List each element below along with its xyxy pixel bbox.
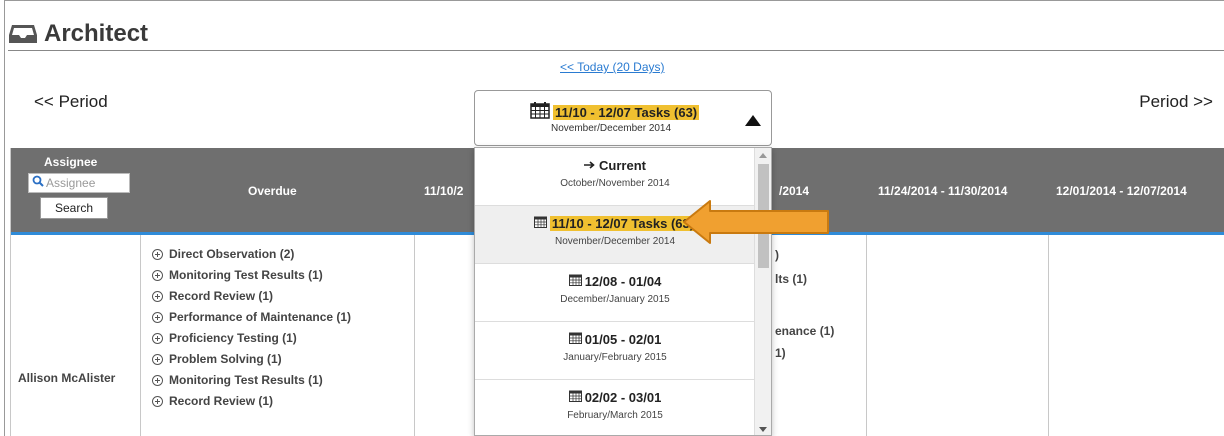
calendar-icon xyxy=(568,390,582,405)
list-item[interactable]: Record Review (1) xyxy=(152,391,351,412)
list-item[interactable]: Record Review (1) xyxy=(152,286,351,307)
inbox-tray-icon xyxy=(8,23,38,45)
arrow-right-icon xyxy=(584,158,596,173)
task-label: Performance of Maintenance (1) xyxy=(169,310,352,324)
expand-plus-icon xyxy=(152,249,163,260)
calendar-icon xyxy=(533,216,547,231)
period-option[interactable]: 01/05 - 02/01 January/February 2015 xyxy=(475,322,755,380)
list-item[interactable]: Problem Solving (1) xyxy=(152,349,351,370)
partial-task-text[interactable]: 1) xyxy=(775,346,786,360)
option-label: 12/08 - 01/04 xyxy=(584,274,662,289)
caret-up-icon xyxy=(745,115,761,126)
task-label: Record Review (1) xyxy=(169,289,274,303)
assignee-search-placeholder: Assignee xyxy=(46,176,96,190)
expand-plus-icon xyxy=(152,354,163,365)
task-label: Problem Solving (1) xyxy=(169,352,282,366)
list-item[interactable]: Proficiency Testing (1) xyxy=(152,328,351,349)
column-header-overdue: Overdue xyxy=(248,184,297,198)
task-label: Monitoring Test Results (1) xyxy=(169,268,323,282)
app-title-text: Architect xyxy=(44,20,149,47)
option-label-row: 12/08 - 01/04 xyxy=(475,274,755,289)
dropdown-scrollbar[interactable] xyxy=(754,148,771,435)
option-label-row: 02/02 - 03/01 xyxy=(475,390,755,405)
calendar-icon xyxy=(568,332,582,347)
expand-plus-icon xyxy=(152,333,163,344)
assignee-name: Allison McAlister xyxy=(18,371,116,385)
column-header-week2: /2014 xyxy=(779,184,810,198)
period-option[interactable]: 12/08 - 01/04 December/January 2015 xyxy=(475,264,755,322)
expand-plus-icon xyxy=(152,291,163,302)
column-divider xyxy=(414,235,415,436)
task-label: Record Review (1) xyxy=(169,394,274,408)
column-divider xyxy=(1048,235,1049,436)
calendar-icon xyxy=(530,102,550,122)
task-label: Direct Observation (2) xyxy=(169,247,295,261)
partial-task-text[interactable]: enance (1) xyxy=(775,324,834,338)
option-label: 11/10 - 12/07 Tasks (63) xyxy=(549,216,697,231)
option-label-row: 01/05 - 02/01 xyxy=(475,332,755,347)
option-label-row: Current xyxy=(475,158,755,173)
search-button[interactable]: Search xyxy=(40,197,108,219)
assignee-column-header: Assignee xyxy=(44,155,98,169)
overdue-task-list: Direct Observation (2) Monitoring Test R… xyxy=(152,244,351,412)
assignee-search-input[interactable]: Assignee xyxy=(28,173,130,193)
period-select[interactable]: 11/10 - 12/07 Tasks (63) November/Decemb… xyxy=(474,90,772,146)
list-item[interactable]: Monitoring Test Results (1) xyxy=(152,265,351,286)
scroll-down-icon[interactable] xyxy=(759,427,767,432)
option-sublabel: October/November 2014 xyxy=(560,178,670,189)
search-icon xyxy=(32,174,44,192)
orange-arrow-icon xyxy=(682,198,832,251)
option-sublabel: February/March 2015 xyxy=(567,410,663,421)
today-link[interactable]: << Today (20 Days) xyxy=(560,60,665,74)
expand-plus-icon xyxy=(152,375,163,386)
column-divider xyxy=(866,235,867,436)
grid-left-border xyxy=(10,148,11,436)
option-label: Current xyxy=(599,158,646,173)
list-item[interactable]: Monitoring Test Results (1) xyxy=(152,370,351,391)
expand-plus-icon xyxy=(152,270,163,281)
period-dropdown-menu: Current October/November 2014 11/10 - 12… xyxy=(474,147,772,436)
column-header-week4: 12/01/2014 - 12/07/2014 xyxy=(1056,184,1187,198)
period-select-sublabel: November/December 2014 xyxy=(551,123,672,134)
option-sublabel: December/January 2015 xyxy=(560,294,670,305)
scroll-up-icon[interactable] xyxy=(759,153,767,158)
expand-plus-icon xyxy=(152,396,163,407)
list-item[interactable]: Direct Observation (2) xyxy=(152,244,351,265)
app-title: Architect xyxy=(8,20,148,48)
expand-plus-icon xyxy=(152,312,163,323)
period-select-label: 11/10 - 12/07 Tasks (63) xyxy=(553,104,700,120)
period-option[interactable]: 02/02 - 03/01 February/March 2015 xyxy=(475,380,755,435)
column-header-week1: 11/10/2 xyxy=(424,184,464,198)
column-header-week3: 11/24/2014 - 11/30/2014 xyxy=(878,184,1008,198)
option-label: 01/05 - 02/01 xyxy=(584,332,662,347)
task-label: Proficiency Testing (1) xyxy=(169,331,297,345)
column-divider xyxy=(140,235,141,436)
option-label: 02/02 - 03/01 xyxy=(584,390,662,405)
option-sublabel: January/February 2015 xyxy=(563,352,667,363)
list-item[interactable]: Performance of Maintenance (1) xyxy=(152,307,351,328)
calendar-icon xyxy=(568,274,582,289)
task-label: Monitoring Test Results (1) xyxy=(169,373,323,387)
partial-task-text[interactable]: lts (1) xyxy=(775,272,807,286)
period-select-label-row: 11/10 - 12/07 Tasks (63) xyxy=(530,102,700,122)
next-period-button[interactable]: Period >> xyxy=(1139,92,1213,112)
title-divider xyxy=(8,50,1224,51)
prev-period-button[interactable]: << Period xyxy=(34,92,108,112)
